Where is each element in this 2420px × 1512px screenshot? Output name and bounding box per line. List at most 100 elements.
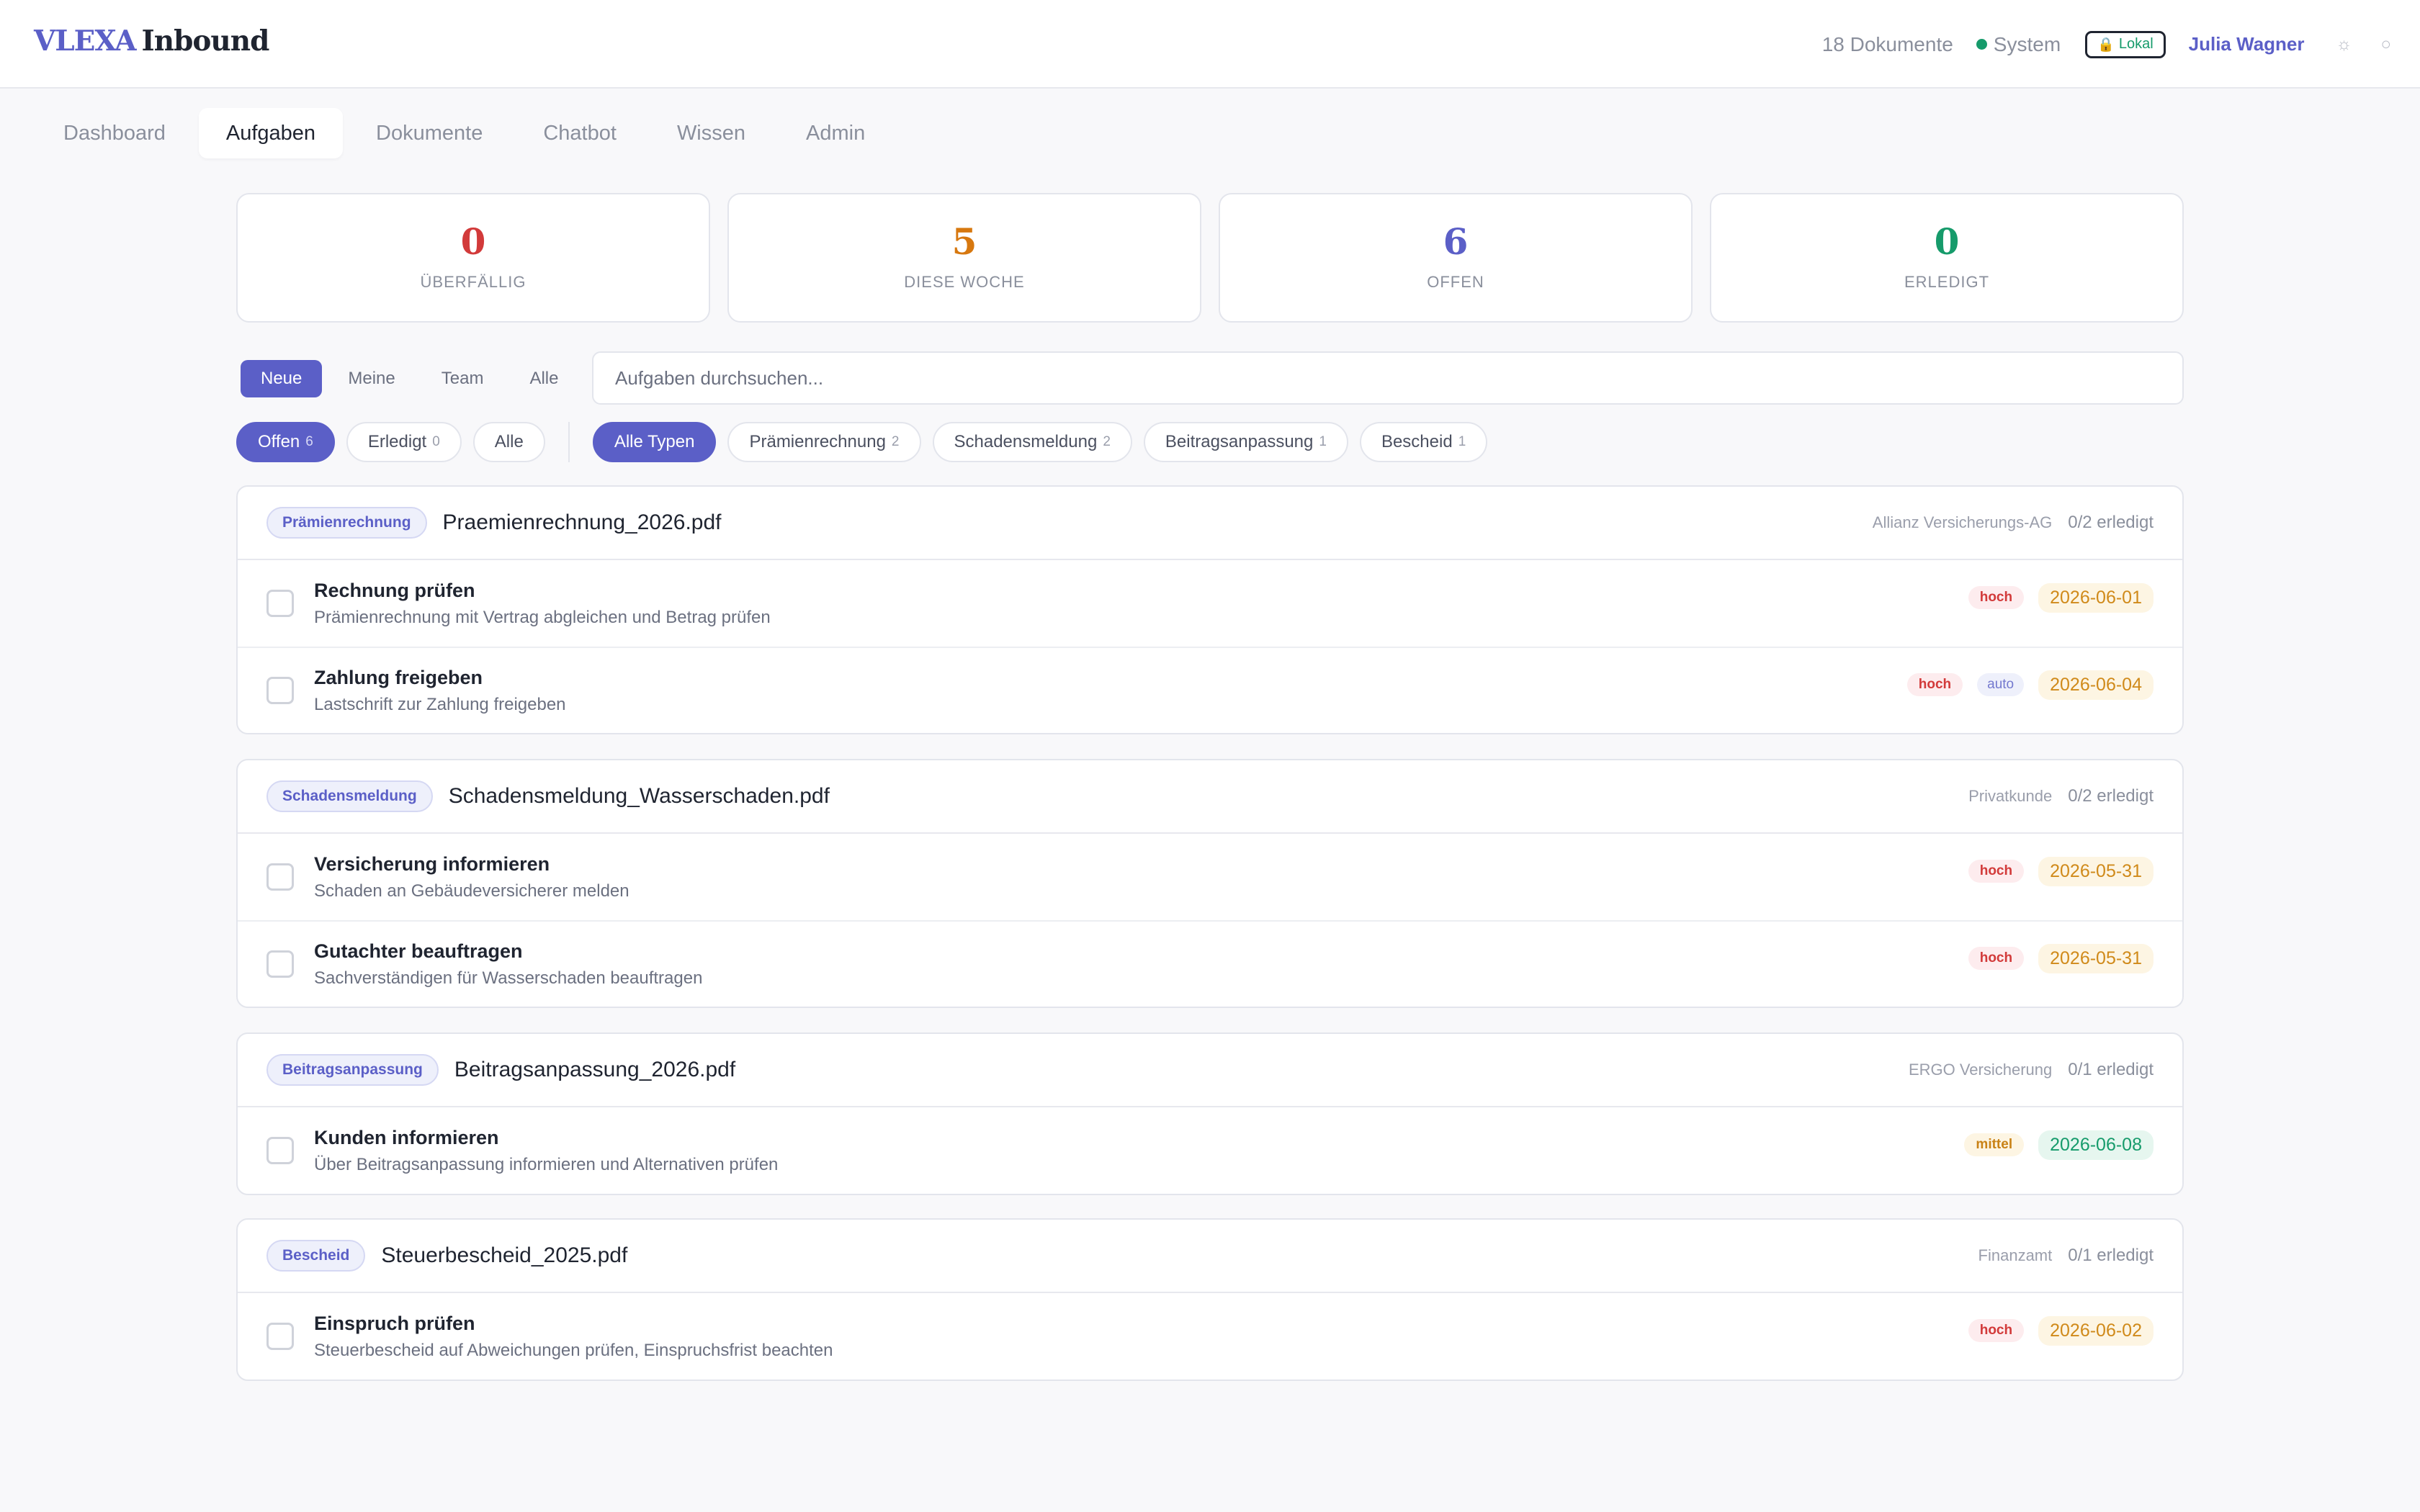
task-text: Versicherung informieren Schaden an Gebä… (314, 853, 629, 901)
task-description: Lastschrift zur Zahlung freigeben (314, 694, 566, 714)
stat-card-overdue[interactable]: 0 ÜBERFÄLLIG (236, 193, 710, 323)
chip-count: 0 (432, 434, 440, 449)
stat-label: OFFEN (1427, 273, 1484, 291)
due-date-badge: 2026-06-04 (2038, 670, 2154, 700)
task-group-beitragsanpassung: Beitragsanpassung Beitragsanpassung_2026… (236, 1032, 2184, 1195)
task-text: Rechnung prüfen Prämienrechnung mit Vert… (314, 580, 771, 628)
chip-count: 1 (1458, 434, 1466, 449)
task-row[interactable]: Einspruch prüfen Steuerbescheid auf Abwe… (238, 1293, 2182, 1380)
scope-alle-button[interactable]: Alle (509, 360, 578, 397)
lock-icon: 🔒 (2097, 37, 2115, 53)
chip-count: 2 (1103, 434, 1111, 449)
sender: Finanzamt (1978, 1246, 2053, 1264)
task-checkbox[interactable] (266, 1323, 294, 1350)
stat-label: ERLEDIGT (1904, 273, 1990, 291)
tab-chatbot[interactable]: Chatbot (516, 108, 644, 158)
chip-count: 2 (891, 434, 900, 449)
app-logo[interactable]: VLEXA Inbound (34, 24, 269, 58)
sender: Privatkunde (1968, 787, 2053, 805)
filter-status-offen[interactable]: Offen 6 (236, 422, 335, 462)
task-title: Rechnung prüfen (314, 579, 475, 601)
tab-dokumente[interactable]: Dokumente (349, 108, 510, 158)
due-date-badge: 2026-06-01 (2038, 582, 2154, 613)
document-name[interactable]: Beitragsanpassung_2026.pdf (454, 1058, 735, 1082)
task-checkbox[interactable] (266, 863, 294, 891)
stat-label: DIESE WOCHE (904, 273, 1025, 291)
task-meta: hoch 2026-06-02 (1968, 1315, 2154, 1346)
group-header[interactable]: Beitragsanpassung Beitragsanpassung_2026… (238, 1034, 2182, 1107)
due-date-badge: 2026-05-31 (2038, 856, 2154, 886)
status-dot-icon (1976, 39, 1987, 50)
group-header[interactable]: Schadensmeldung Schadensmeldung_Wassersc… (238, 760, 2182, 834)
due-date-badge: 2026-05-31 (2038, 943, 2154, 973)
task-row[interactable]: Gutachter beauftragen Sachverständigen f… (238, 920, 2182, 1007)
task-meta: mittel 2026-06-08 (1964, 1130, 2154, 1160)
group-progress: 0/1 erledigt (2068, 1246, 2154, 1265)
task-meta: hoch auto 2026-06-04 (1906, 670, 2154, 700)
stat-card-this-week[interactable]: 5 DIESE WOCHE (727, 193, 1201, 323)
due-date-badge: 2026-06-08 (2038, 1130, 2154, 1160)
task-row[interactable]: Kunden informieren Über Beitragsanpassun… (238, 1107, 2182, 1194)
task-row[interactable]: Rechnung prüfen Prämienrechnung mit Vert… (238, 560, 2182, 647)
task-checkbox[interactable] (266, 950, 294, 978)
document-name[interactable]: Schadensmeldung_Wasserschaden.pdf (449, 784, 830, 809)
task-checkbox[interactable] (266, 677, 294, 704)
tab-dashboard[interactable]: Dashboard (36, 108, 193, 158)
chip-count: 6 (305, 434, 313, 449)
scope-meine-button[interactable]: Meine (328, 360, 415, 397)
task-row[interactable]: Zahlung freigeben Lastschrift zur Zahlun… (238, 647, 2182, 733)
auto-badge: auto (1977, 673, 2025, 696)
task-meta: hoch 2026-05-31 (1968, 856, 2154, 886)
scope-neue-button[interactable]: Neue (241, 360, 323, 397)
task-title: Versicherung informieren (314, 852, 550, 875)
task-group-bescheid: Bescheid Steuerbescheid_2025.pdf Finanza… (236, 1218, 2184, 1381)
task-meta: hoch 2026-06-01 (1968, 582, 2154, 613)
filter-divider (568, 422, 570, 462)
document-name[interactable]: Steuerbescheid_2025.pdf (381, 1243, 627, 1268)
filter-type-praemienrechnung[interactable]: Prämienrechnung 2 (727, 422, 921, 462)
task-title: Gutachter beauftragen (314, 940, 523, 962)
task-checkbox[interactable] (266, 590, 294, 617)
filter-type-bescheid[interactable]: Bescheid 1 (1359, 422, 1488, 462)
filter-type-beitragsanpassung[interactable]: Beitragsanpassung 1 (1143, 422, 1348, 462)
priority-badge: hoch (1968, 860, 2025, 883)
tab-admin[interactable]: Admin (779, 108, 892, 158)
chip-label: Alle (494, 432, 524, 451)
chip-label: Prämienrechnung (749, 432, 886, 451)
scope-team-button[interactable]: Team (421, 360, 504, 397)
group-header[interactable]: Prämienrechnung Praemienrechnung_2026.pd… (238, 487, 2182, 560)
stat-card-open[interactable]: 6 OFFEN (1219, 193, 1693, 323)
task-title: Einspruch prüfen (314, 1312, 475, 1334)
task-row[interactable]: Versicherung informieren Schaden an Gebä… (238, 834, 2182, 920)
task-text: Zahlung freigeben Lastschrift zur Zahlun… (314, 667, 566, 715)
stat-card-done[interactable]: 0 ERLEDIGT (1710, 193, 2184, 323)
group-header[interactable]: Bescheid Steuerbescheid_2025.pdf Finanza… (238, 1220, 2182, 1293)
chip-label: Bescheid (1381, 432, 1453, 451)
header-right: 18 Dokumente System 🔒 Lokal Julia Wagner… (1822, 0, 2391, 89)
task-search-input[interactable]: Aufgaben durchsuchen... (592, 351, 2184, 405)
task-meta: hoch 2026-05-31 (1968, 943, 2154, 973)
settings-icon[interactable]: ○ (2381, 35, 2392, 55)
filter-type-schadensmeldung[interactable]: Schadensmeldung 2 (932, 422, 1132, 462)
group-meta: Privatkunde 0/2 erledigt (1968, 786, 2154, 806)
task-description: Über Beitragsanpassung informieren und A… (314, 1154, 779, 1174)
logo-app-name: Inbound (141, 24, 270, 58)
tab-wissen[interactable]: Wissen (650, 108, 773, 158)
theme-toggle-icon[interactable]: ☼ (2336, 35, 2352, 55)
system-status: System (1976, 33, 2061, 56)
filter-status-erledigt[interactable]: Erledigt 0 (346, 422, 462, 462)
filter-status-alle[interactable]: Alle (472, 422, 545, 462)
task-description: Steuerbescheid auf Abweichungen prüfen, … (314, 1340, 833, 1360)
stat-value: 5 (951, 220, 977, 263)
type-badge: Bescheid (266, 1240, 366, 1272)
tab-aufgaben[interactable]: Aufgaben (198, 108, 344, 158)
scope-toggle: Neue Meine Team Alle (241, 360, 578, 397)
chip-label: Beitragsanpassung (1165, 432, 1314, 451)
filter-type-alle[interactable]: Alle Typen (592, 422, 717, 462)
task-description: Sachverständigen für Wasserschaden beauf… (314, 968, 703, 988)
task-title: Zahlung freigeben (314, 666, 483, 688)
task-checkbox[interactable] (266, 1137, 294, 1164)
document-name[interactable]: Praemienrechnung_2026.pdf (443, 510, 722, 535)
chip-label: Erledigt (367, 432, 427, 451)
user-menu[interactable]: Julia Wagner (2189, 33, 2305, 55)
